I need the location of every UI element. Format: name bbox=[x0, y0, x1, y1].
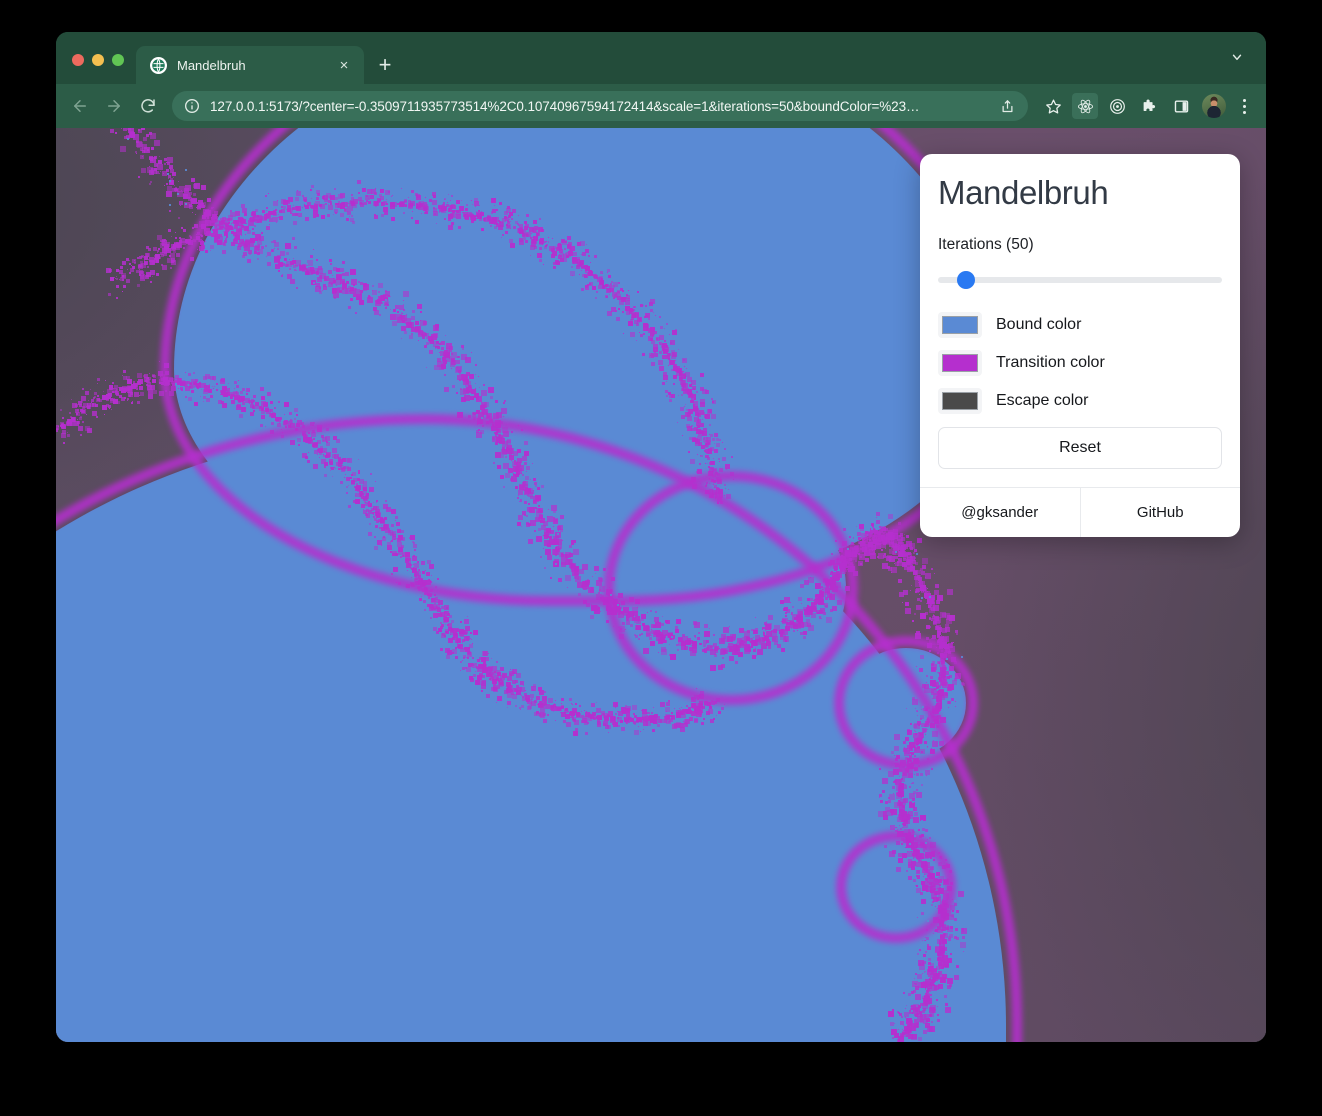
close-window-button[interactable] bbox=[72, 54, 84, 66]
panel-footer: @gksander GitHub bbox=[920, 487, 1240, 537]
tab-strip: Mandelbruh × + bbox=[56, 32, 1266, 84]
color-row-transition[interactable]: Transition color bbox=[938, 350, 1222, 376]
iterations-slider[interactable] bbox=[938, 270, 1222, 290]
transition-color-label: Transition color bbox=[996, 354, 1105, 371]
page-title: Mandelbruh bbox=[938, 174, 1109, 211]
transition-color-swatch bbox=[942, 354, 978, 372]
escape-color-swatch bbox=[942, 392, 978, 410]
back-button[interactable] bbox=[64, 90, 96, 122]
share-icon[interactable] bbox=[994, 93, 1020, 119]
maximize-window-button[interactable] bbox=[112, 54, 124, 66]
bound-color-swatch bbox=[942, 316, 978, 334]
three-dot-menu-icon[interactable] bbox=[1232, 91, 1256, 121]
slider-track[interactable] bbox=[938, 277, 1222, 283]
controls-panel-body: Mandelbruh Iterations (50) Bound color T… bbox=[920, 154, 1240, 487]
target-circle-icon[interactable] bbox=[1102, 91, 1132, 121]
window-controls bbox=[56, 54, 136, 84]
bookmark-star-icon[interactable] bbox=[1038, 91, 1068, 121]
transition-color-picker[interactable] bbox=[938, 350, 982, 376]
twitter-link[interactable]: @gksander bbox=[920, 488, 1080, 537]
color-row-escape[interactable]: Escape color bbox=[938, 388, 1222, 414]
bound-color-label: Bound color bbox=[996, 316, 1082, 333]
globe-icon bbox=[150, 56, 167, 74]
reset-button[interactable]: Reset bbox=[938, 427, 1222, 469]
slider-thumb[interactable] bbox=[957, 271, 976, 289]
react-devtools-icon[interactable] bbox=[1072, 93, 1098, 119]
chevron-down-icon[interactable] bbox=[1224, 44, 1250, 70]
bound-color-picker[interactable] bbox=[938, 312, 982, 338]
new-tab-button[interactable]: + bbox=[368, 48, 402, 82]
reload-button[interactable] bbox=[132, 90, 164, 122]
escape-color-label: Escape color bbox=[996, 392, 1089, 409]
github-link[interactable]: GitHub bbox=[1079, 488, 1241, 537]
close-tab-button[interactable]: × bbox=[334, 55, 354, 75]
forward-button[interactable] bbox=[98, 90, 130, 122]
address-bar[interactable]: 127.0.0.1:5173/?center=-0.35097119357735… bbox=[172, 91, 1028, 121]
page-content: Mandelbruh Iterations (50) Bound color T… bbox=[56, 128, 1266, 1042]
controls-panel: Mandelbruh Iterations (50) Bound color T… bbox=[920, 154, 1240, 537]
site-info-icon[interactable] bbox=[184, 98, 200, 114]
extensions-puzzle-icon[interactable] bbox=[1134, 91, 1164, 121]
side-panel-icon[interactable] bbox=[1166, 91, 1196, 121]
browser-toolbar: 127.0.0.1:5173/?center=-0.35097119357735… bbox=[56, 84, 1266, 128]
url-text: 127.0.0.1:5173/?center=-0.35097119357735… bbox=[210, 98, 920, 114]
color-row-bound[interactable]: Bound color bbox=[938, 312, 1222, 338]
iterations-label: Iterations (50) bbox=[938, 236, 1034, 253]
profile-avatar[interactable] bbox=[1202, 94, 1226, 118]
browser-window: Mandelbruh × + 127.0.0.1:5173/?center=-0… bbox=[56, 32, 1266, 1042]
minimize-window-button[interactable] bbox=[92, 54, 104, 66]
browser-tab[interactable]: Mandelbruh × bbox=[136, 46, 364, 84]
tab-strip-right bbox=[1224, 44, 1266, 84]
tab-title: Mandelbruh bbox=[177, 57, 246, 73]
escape-color-picker[interactable] bbox=[938, 388, 982, 414]
